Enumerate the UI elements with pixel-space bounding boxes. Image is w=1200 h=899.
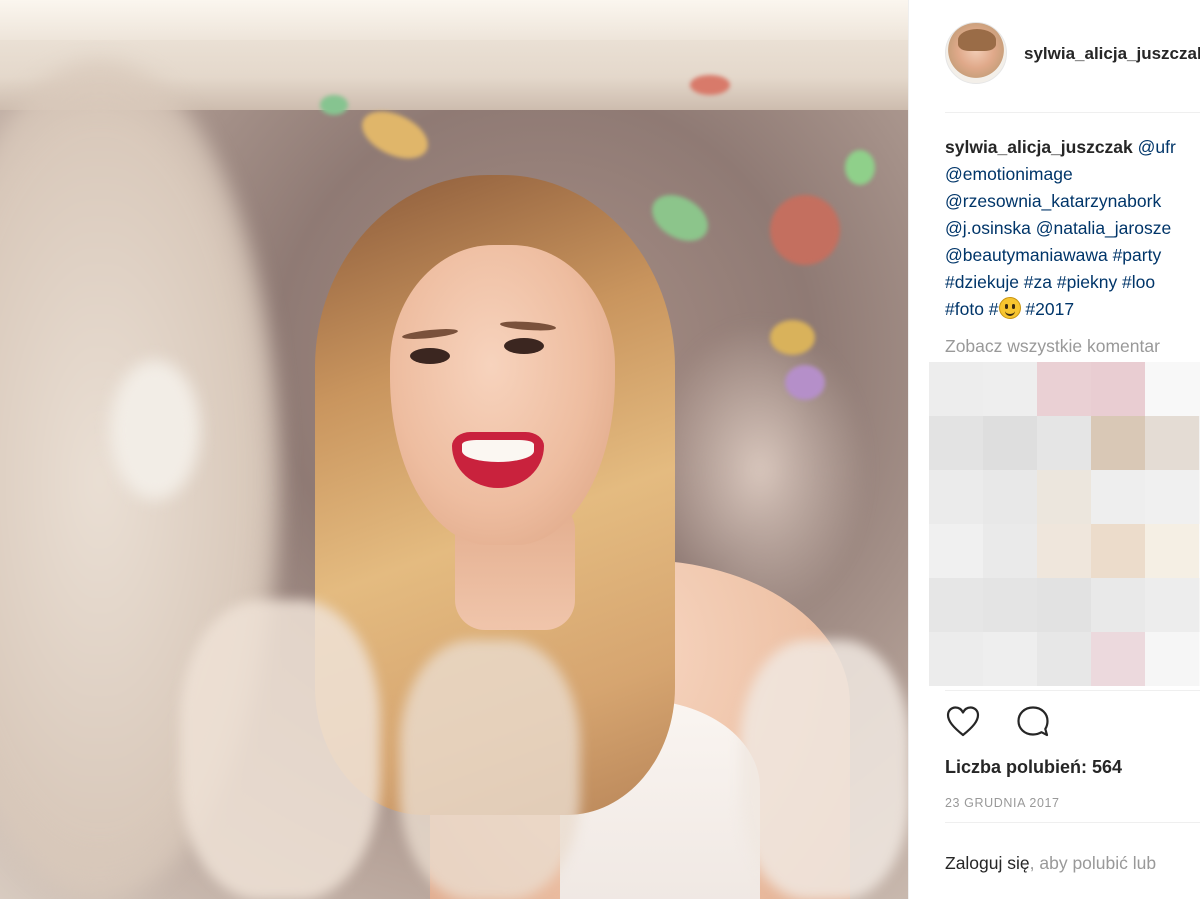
view-all-comments-link[interactable]: Zobacz wszystkie komentar <box>945 336 1160 357</box>
heart-icon[interactable] <box>945 704 981 740</box>
login-prompt-text: , aby polubić lub <box>1029 853 1157 873</box>
eye-right <box>504 338 544 354</box>
post-photo[interactable] <box>0 0 908 899</box>
blurred-flower <box>110 360 200 500</box>
disco-light <box>845 150 875 185</box>
post-header: sylwia_alicja_juszczak <box>909 0 1200 110</box>
eye-left <box>410 348 450 364</box>
footer-divider <box>945 822 1200 823</box>
caption-hashtag[interactable]: #foto # <box>945 299 999 319</box>
avatar-hair <box>958 29 996 51</box>
disco-light <box>690 75 730 95</box>
likes-label: Liczba polubień: <box>945 757 1087 777</box>
login-link[interactable]: Zaloguj się <box>945 853 1030 873</box>
blurred-glass <box>180 600 380 899</box>
pixelated-comments-area <box>929 362 1200 686</box>
post-date[interactable]: 23 GRUDNIA 2017 <box>945 796 1060 810</box>
comment-icon[interactable] <box>1015 704 1051 740</box>
caption-mention[interactable]: @j.osinska @natalia_jarosze <box>945 215 1200 242</box>
disco-light <box>756 181 854 279</box>
likes-number: 564 <box>1092 757 1123 777</box>
avatar[interactable] <box>945 22 1007 84</box>
teeth <box>462 440 534 462</box>
likes-count[interactable]: Liczba polubień: 564 <box>945 757 1122 778</box>
header-divider <box>945 112 1200 113</box>
disco-light <box>785 365 825 400</box>
post-caption: sylwia_alicja_juszczak @ufr @emotionimag… <box>945 134 1200 323</box>
caption-mention[interactable]: @ufr <box>1138 137 1176 157</box>
woman-face <box>390 245 615 545</box>
caption-hashtags[interactable]: #dziekuje #za #piekny #loo <box>945 269 1200 296</box>
blurred-glass <box>400 640 580 899</box>
caption-hashtag[interactable]: #2017 <box>1025 299 1074 319</box>
caption-mention[interactable]: @emotionimage <box>945 161 1200 188</box>
caption-mention[interactable]: @rzesownia_katarzynabork <box>945 188 1200 215</box>
caption-username[interactable]: sylwia_alicja_juszczak <box>945 137 1133 157</box>
disco-light <box>770 320 815 355</box>
username-link[interactable]: sylwia_alicja_juszczak <box>1024 44 1200 64</box>
disco-light <box>320 95 348 115</box>
post-sidebar: sylwia_alicja_juszczak sylwia_alicja_jus… <box>908 0 1200 899</box>
disco-light <box>354 102 436 168</box>
smiley-emoji <box>998 297 1021 319</box>
caption-hashtags[interactable]: @beautymaniawawa #party <box>945 242 1200 269</box>
disco-light <box>644 185 716 251</box>
actions-divider <box>945 690 1200 691</box>
photo-ceiling <box>0 0 908 40</box>
login-prompt: Zaloguj się, aby polubić lub <box>945 853 1156 874</box>
blurred-glass <box>740 640 908 899</box>
